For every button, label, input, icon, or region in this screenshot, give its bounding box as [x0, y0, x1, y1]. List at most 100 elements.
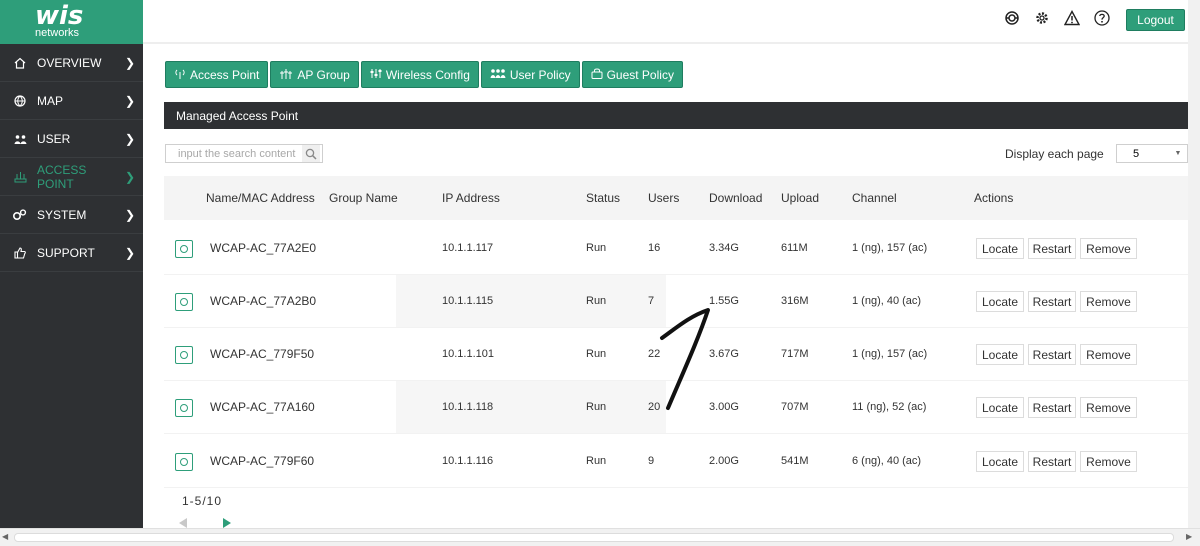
- ap-name[interactable]: WCAP-AC_779F50: [210, 347, 314, 361]
- next-page-icon[interactable]: [222, 516, 232, 528]
- support-icon: [13, 246, 27, 260]
- ap-status-icon[interactable]: [175, 293, 193, 311]
- ap-name[interactable]: WCAP-AC_77A2E0: [210, 241, 316, 255]
- scrollbar-thumb[interactable]: [14, 533, 1174, 542]
- refresh-icon[interactable]: [1003, 9, 1021, 27]
- remove-button[interactable]: Remove: [1080, 291, 1137, 312]
- restart-button[interactable]: Restart: [1028, 397, 1076, 418]
- tab-label: AP Group: [297, 67, 350, 82]
- prev-page-icon[interactable]: [178, 516, 188, 528]
- sidebar-item-support[interactable]: SUPPORT ❯: [0, 234, 143, 272]
- remove-button[interactable]: Remove: [1080, 238, 1137, 259]
- ap-channel: 1 (ng), 40 (ac): [852, 295, 922, 307]
- column-header-group[interactable]: Group Name: [329, 191, 398, 205]
- ap-status-icon[interactable]: [175, 240, 193, 258]
- remove-button[interactable]: Remove: [1080, 451, 1137, 472]
- restart-button[interactable]: Restart: [1028, 451, 1076, 472]
- table-header: Name/MAC Address Group Name IP Address S…: [164, 176, 1188, 220]
- ap-download: 3.34G: [709, 242, 739, 254]
- sidebar-item-label: OVERVIEW: [37, 55, 102, 70]
- scroll-left-icon[interactable]: ◀: [2, 532, 8, 541]
- group-icon: [279, 68, 293, 82]
- logout-button[interactable]: Logout: [1126, 9, 1185, 31]
- remove-button[interactable]: Remove: [1080, 344, 1137, 365]
- column-header-status[interactable]: Status: [586, 191, 620, 205]
- vertical-scrollbar[interactable]: [1188, 0, 1200, 528]
- tab-guest-policy[interactable]: Guest Policy: [581, 61, 683, 88]
- ap-status-icon[interactable]: [175, 453, 193, 471]
- logo[interactable]: wis networks: [0, 0, 143, 44]
- wireless-icon: [370, 68, 382, 82]
- ap-users: 20: [648, 401, 661, 413]
- sidebar-item-label: USER: [37, 131, 71, 146]
- ap-status-icon[interactable]: [175, 399, 193, 417]
- remove-button[interactable]: Remove: [1080, 397, 1137, 418]
- page-size-value: 5: [1133, 147, 1140, 160]
- ap-name[interactable]: WCAP-AC_779F60: [210, 454, 314, 468]
- tab-label: Access Point: [190, 67, 260, 82]
- page-size-label: Display each page: [1005, 147, 1104, 161]
- sidebar-item-access-point[interactable]: ACCESS POINT ❯: [0, 158, 143, 196]
- restart-button[interactable]: Restart: [1028, 238, 1076, 259]
- column-header-name[interactable]: Name/MAC Address: [206, 191, 315, 205]
- access-point-icon: [13, 170, 27, 184]
- sidebar-item-map[interactable]: MAP ❯: [0, 82, 143, 120]
- sidebar-item-overview[interactable]: OVERVIEW ❯: [0, 44, 143, 82]
- locate-button[interactable]: Locate: [976, 397, 1024, 418]
- antenna-icon: [174, 68, 186, 82]
- restart-button[interactable]: Restart: [1028, 344, 1076, 365]
- tab-label: Guest Policy: [606, 67, 674, 82]
- tab-label: User Policy: [509, 67, 571, 82]
- ap-name[interactable]: WCAP-AC_77A160: [210, 400, 315, 414]
- ap-name[interactable]: WCAP-AC_77A2B0: [210, 294, 316, 308]
- ap-download: 3.00G: [709, 401, 739, 413]
- warning-icon[interactable]: [1063, 9, 1081, 27]
- column-header-download[interactable]: Download: [709, 191, 762, 205]
- column-header-users[interactable]: Users: [648, 191, 679, 205]
- tab-user-policy[interactable]: User Policy: [480, 61, 580, 88]
- ap-download: 1.55G: [709, 295, 739, 307]
- sidebar-item-label: MAP: [37, 93, 64, 108]
- column-header-channel[interactable]: Channel: [852, 191, 897, 205]
- sidebar-item-system[interactable]: SYSTEM ❯: [0, 196, 143, 234]
- scroll-right-icon[interactable]: ▶: [1186, 532, 1192, 541]
- ap-ip: 10.1.1.117: [442, 242, 494, 254]
- ap-channel: 6 (ng), 40 (ac): [852, 455, 922, 467]
- locate-button[interactable]: Locate: [976, 451, 1024, 472]
- table-row: WCAP-AC_77A2E0 10.1.1.117 Run 16 3.34G 6…: [164, 222, 1188, 275]
- tab-bar: Access Point AP Group Wireless Config Us…: [165, 61, 683, 88]
- ap-ip: 10.1.1.101: [442, 348, 494, 360]
- search-box: [165, 144, 323, 163]
- tab-wireless-config[interactable]: Wireless Config: [360, 61, 479, 88]
- chevron-right-icon: ❯: [124, 207, 135, 222]
- column-header-actions: Actions: [974, 191, 1014, 205]
- ap-upload: 316M: [781, 295, 809, 307]
- ap-download: 2.00G: [709, 455, 739, 467]
- tab-access-point[interactable]: Access Point: [165, 61, 269, 88]
- column-header-upload[interactable]: Upload: [781, 191, 819, 205]
- table-row: WCAP-AC_779F50 10.1.1.101 Run 22 3.67G 7…: [164, 328, 1188, 381]
- locate-button[interactable]: Locate: [976, 238, 1024, 259]
- ap-channel: 1 (ng), 157 (ac): [852, 242, 928, 254]
- tab-ap-group[interactable]: AP Group: [270, 61, 359, 88]
- ap-status: Run: [586, 295, 607, 307]
- ap-status: Run: [586, 242, 607, 254]
- ap-users: 7: [648, 295, 655, 307]
- locate-button[interactable]: Locate: [976, 291, 1024, 312]
- restart-button[interactable]: Restart: [1028, 291, 1076, 312]
- search-icon[interactable]: [302, 145, 320, 162]
- sidebar: wis networks OVERVIEW ❯ MAP ❯ USER ❯ ACC…: [0, 0, 143, 528]
- ap-ip: 10.1.1.118: [442, 401, 494, 413]
- top-divider: [143, 42, 1188, 44]
- gear-icon[interactable]: [1033, 9, 1051, 27]
- ap-status-icon[interactable]: [175, 346, 193, 364]
- locate-button[interactable]: Locate: [976, 344, 1024, 365]
- help-icon[interactable]: [1093, 9, 1111, 27]
- page-size-select[interactable]: 5 ▼: [1116, 144, 1188, 163]
- ap-users: 9: [648, 455, 655, 467]
- app-window: wis networks OVERVIEW ❯ MAP ❯ USER ❯ ACC…: [0, 0, 1200, 546]
- search-input[interactable]: [166, 145, 302, 162]
- column-header-ip[interactable]: IP Address: [442, 191, 500, 205]
- horizontal-scrollbar[interactable]: ◀ ▶: [0, 528, 1200, 546]
- sidebar-item-user[interactable]: USER ❯: [0, 120, 143, 158]
